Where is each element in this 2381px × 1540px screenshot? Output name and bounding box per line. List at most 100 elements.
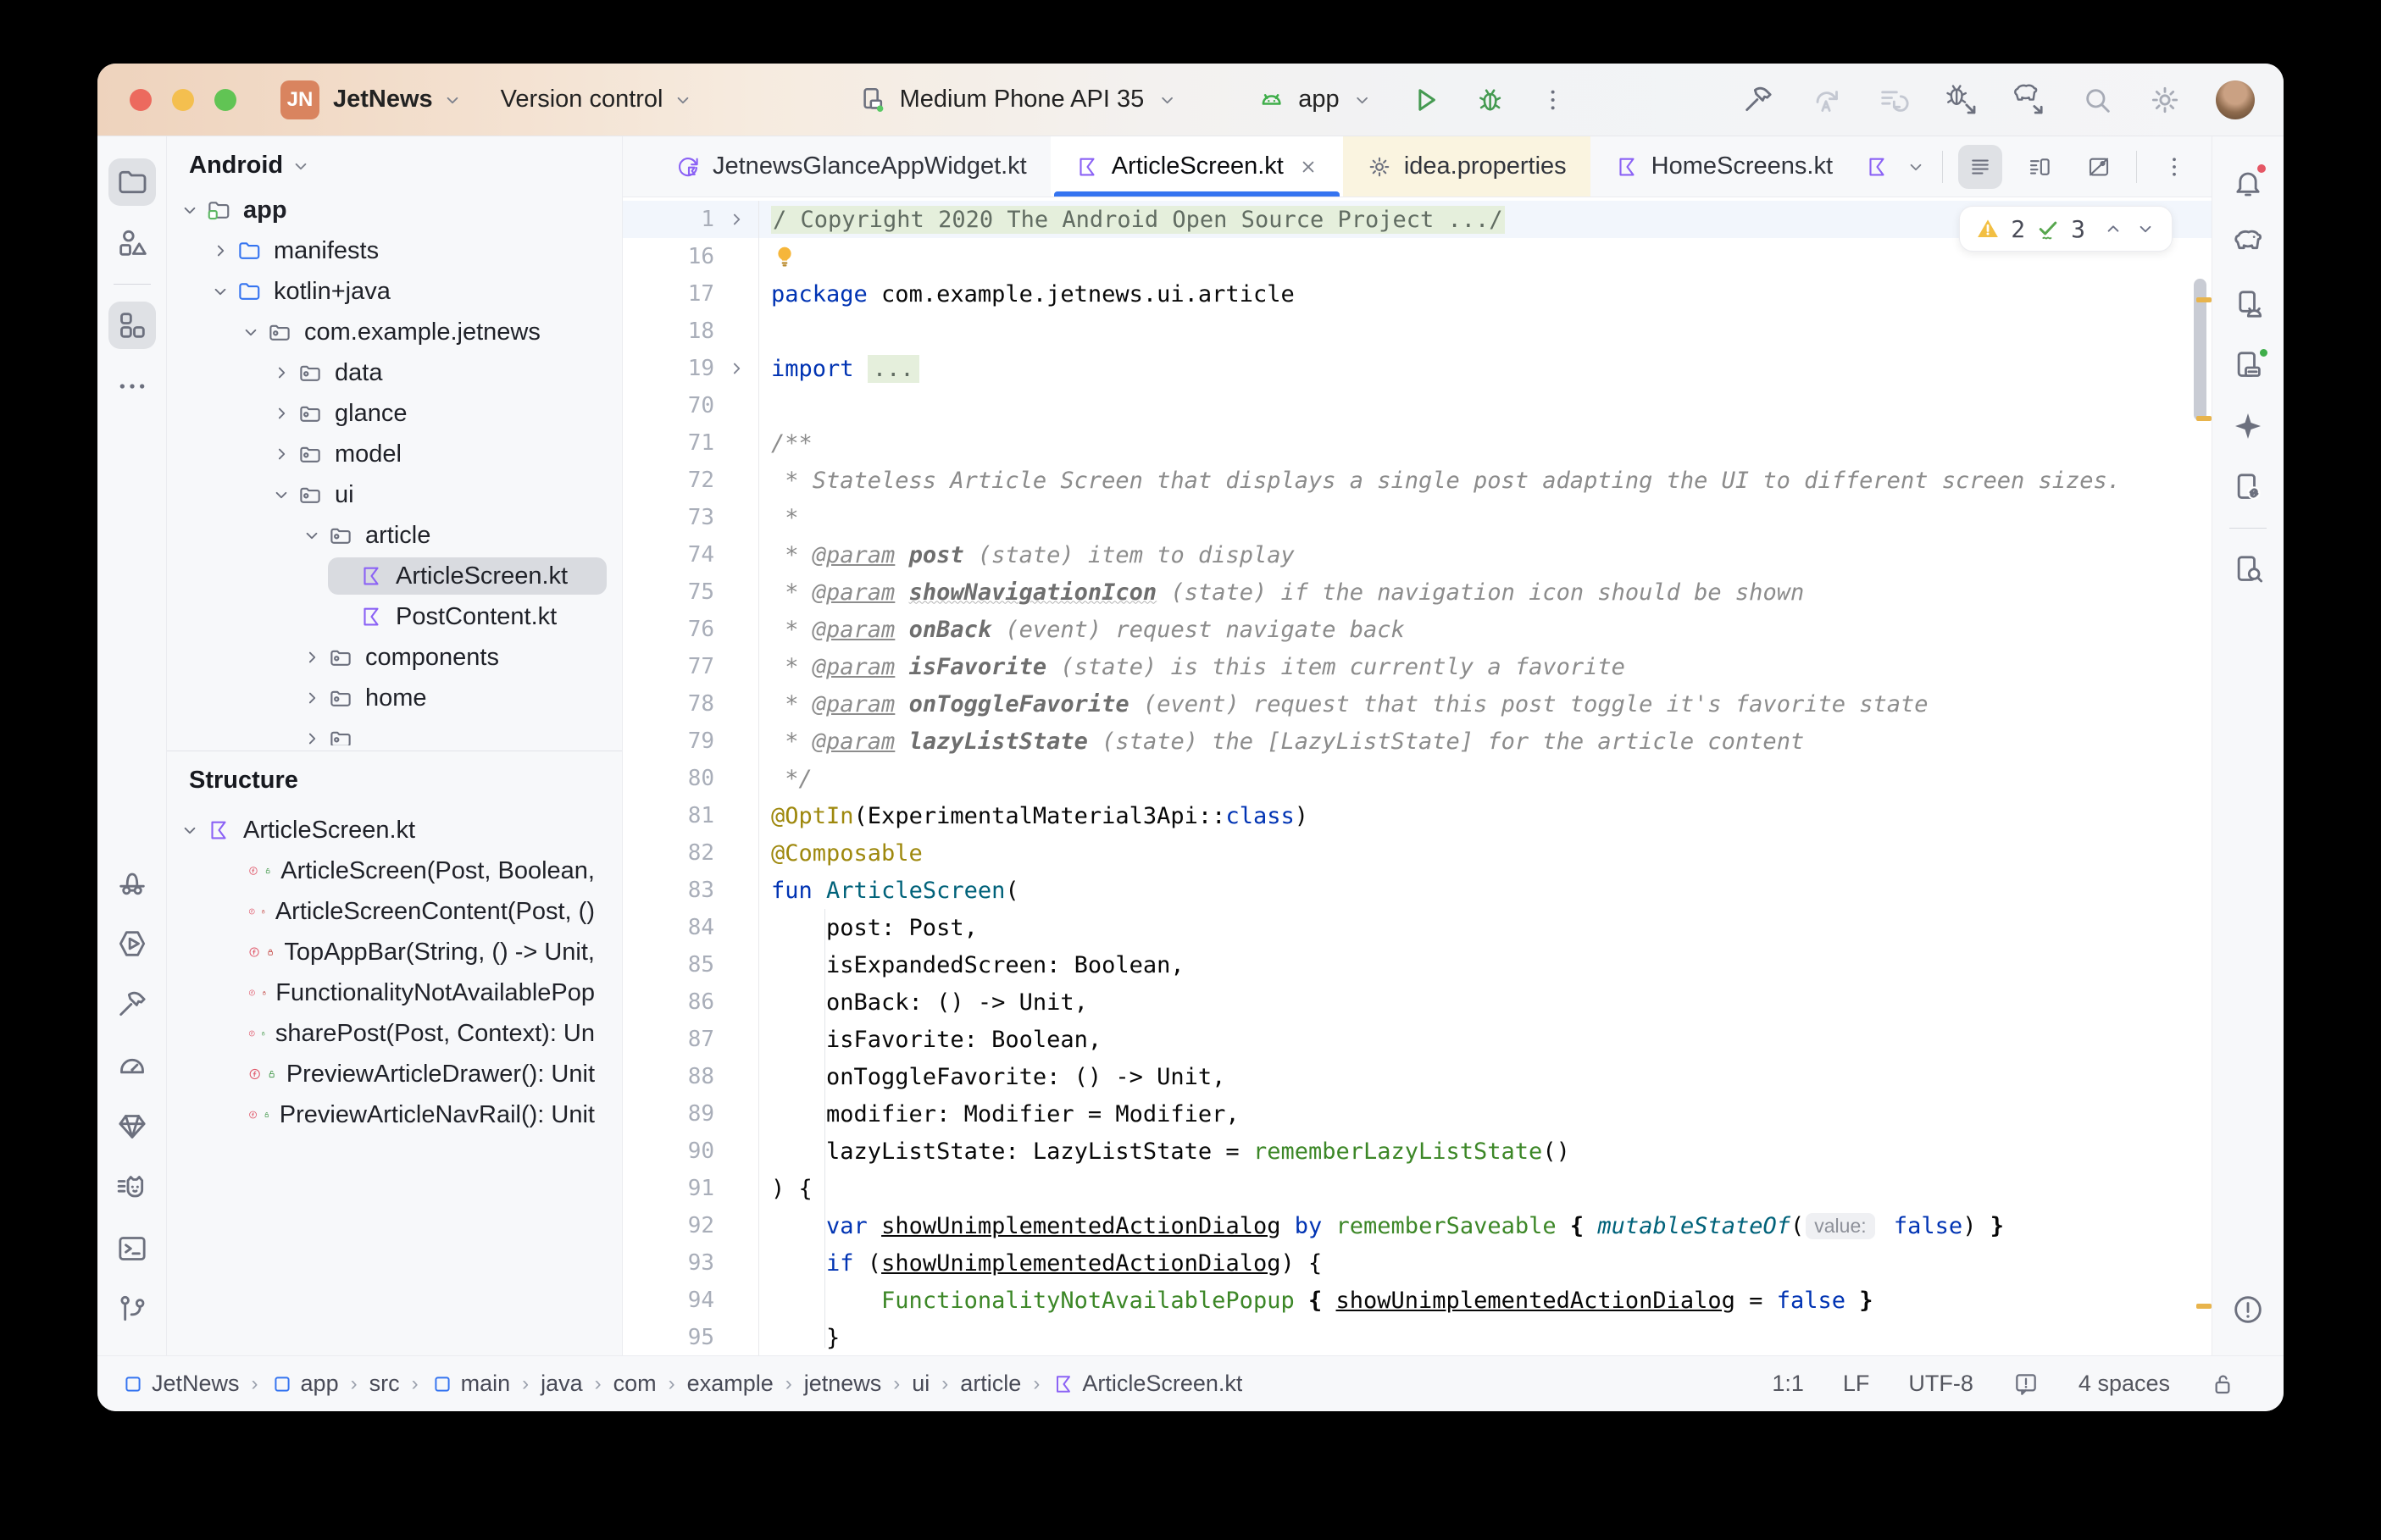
fold-region-icon[interactable] [725,208,747,230]
tab-JetnewsGlanceAppWidget.kt[interactable]: JetnewsGlanceAppWidget.kt [652,136,1051,197]
preview-button[interactable] [2077,145,2121,189]
tree-item-data[interactable]: data [167,352,622,393]
caret-position[interactable]: 1:1 [1772,1371,1804,1397]
tab-options-button[interactable] [2152,145,2196,189]
code-line-85[interactable]: 85 isExpandedScreen: Boolean, [623,946,2212,983]
code-editor[interactable]: 1/ Copyright 2020 The Android Open Sourc… [623,197,2212,1355]
hidden-tabs-chevron-icon[interactable] [1905,156,1927,178]
search-everywhere-icon[interactable] [2080,83,2114,117]
tool-button-hammer[interactable] [108,981,156,1028]
expand-chevron-icon[interactable] [301,524,323,546]
tool-button-runhex[interactable] [108,920,156,967]
breadcrumb-src[interactable]: src [369,1371,400,1397]
breadcrumb-main[interactable]: main [430,1371,511,1397]
code-line-89[interactable]: 89 modifier: Modifier = Modifier, [623,1095,2212,1133]
tree-item-glance[interactable]: glance [167,393,622,434]
device-selector[interactable]: Medium Phone API 35 [857,85,1179,115]
code-line-80[interactable]: 80 */ [623,760,2212,797]
gradle-sync-icon[interactable] [2012,83,2046,117]
tool-button-logcat[interactable] [108,1164,156,1211]
collapse-chevron-icon[interactable] [301,646,323,668]
collapse-chevron-icon[interactable] [270,402,292,424]
structure-item-ArticleScreen(Post, Boolean,[interactable]: ArticleScreen(Post, Boolean, [167,850,622,891]
debug-button[interactable] [1475,85,1506,115]
tree-item-home[interactable]: home [167,678,622,718]
tool-button-resources[interactable] [108,219,156,267]
code-line-79[interactable]: 79 * @param lazyListState (state) the [L… [623,723,2212,760]
tree-item-clipped[interactable] [167,718,622,745]
minimize-window-button[interactable] [172,89,194,111]
tool-button-projectfolder[interactable] [108,158,156,206]
breadcrumb-ui[interactable]: ui [912,1371,930,1397]
settings-gear-icon[interactable] [2148,83,2182,117]
code-line-84[interactable]: 84 post: Post, [623,909,2212,946]
tree-item-PostContent.kt[interactable]: PostContent.kt [167,596,622,637]
code-line-82[interactable]: 82@Composable [623,834,2212,872]
structure-item-sharePost(Post, Context): Un[interactable]: sharePost(Post, Context): Un [167,1013,622,1054]
tool-button-structurepane[interactable] [108,302,156,349]
tool-button-problems[interactable] [2224,1286,2272,1333]
attach-debugger-icon[interactable] [1945,83,1979,117]
tool-button-elephant[interactable] [2224,219,2272,267]
tool-button-inspectgem[interactable] [108,1103,156,1150]
code-line-78[interactable]: 78 * @param onToggleFavorite (event) req… [623,685,2212,723]
prev-problem-chevron-icon[interactable] [2102,218,2124,240]
code-line-77[interactable]: 77 * @param isFavorite (state) is this i… [623,648,2212,685]
editor-view-mode-button[interactable] [1958,145,2002,189]
code-line-75[interactable]: 75 * @param showNavigationIcon (state) i… [623,573,2212,611]
structure-item-ArticleScreenContent(Post, ()[interactable]: ArticleScreenContent(Post, () [167,891,622,932]
tree-item-article[interactable]: article [167,515,622,556]
expand-chevron-icon[interactable] [209,280,231,302]
structure-item-PreviewArticleNavRail(): Unit[interactable]: PreviewArticleNavRail(): Unit [167,1094,622,1135]
sync-list-icon[interactable] [1877,83,1911,117]
structure-item-PreviewArticleDrawer(): Unit[interactable]: PreviewArticleDrawer(): Unit [167,1054,622,1094]
code-line-95[interactable]: 95 } [623,1319,2212,1355]
code-line-18[interactable]: 18 [623,313,2212,350]
code-line-88[interactable]: 88 onToggleFavorite: () -> Unit, [623,1058,2212,1095]
more-actions-kebab-icon[interactable] [1540,86,1567,114]
code-line-94[interactable]: 94 FunctionalityNotAvailablePopup { show… [623,1282,2212,1319]
breadcrumb-article[interactable]: article [960,1371,1021,1397]
breadcrumb-com[interactable]: com [613,1371,657,1397]
code-line-71[interactable]: 71/** [623,424,2212,462]
split-view-button[interactable] [2017,145,2062,189]
tool-button-bell[interactable] [2224,158,2272,206]
expand-chevron-icon[interactable] [179,819,201,841]
expand-chevron-icon[interactable] [240,321,262,343]
code-line-19[interactable]: 19import ... [623,350,2212,387]
code-line-91[interactable]: 91) { [623,1170,2212,1207]
tool-button-phonegreen[interactable] [2224,341,2272,389]
tree-item-ui[interactable]: ui [167,474,622,515]
code-line-92[interactable]: 92 var showUnimplementedActionDialog by … [623,1207,2212,1244]
warning-stripe-mark[interactable] [2196,416,2212,421]
breadcrumb-example[interactable]: example [687,1371,774,1397]
structure-root[interactable]: ArticleScreen.kt [167,810,622,850]
collapse-chevron-icon[interactable] [270,362,292,384]
breadcrumb-JetNews[interactable]: JetNews [121,1371,240,1397]
file-encoding[interactable]: UTF-8 [1908,1371,1973,1397]
next-problem-chevron-icon[interactable] [2134,218,2156,240]
user-avatar[interactable] [2216,80,2255,119]
code-line-72[interactable]: 72 * Stateless Article Screen that displ… [623,462,2212,499]
tool-button-profiler[interactable] [108,1042,156,1089]
tool-button-insights[interactable] [108,859,156,906]
code-line-74[interactable]: 74 * @param post (state) item to display [623,536,2212,573]
code-line-86[interactable]: 86 onBack: () -> Unit, [623,983,2212,1021]
tree-item-components[interactable]: components [167,637,622,678]
line-ending[interactable]: LF [1843,1371,1870,1397]
breadcrumb-app[interactable]: app [270,1371,339,1397]
build-hammer-icon[interactable] [1741,83,1775,117]
structure-item-FunctionalityNotAvailablePop[interactable]: FunctionalityNotAvailablePop [167,972,622,1013]
tree-item-com.example.jetnews[interactable]: com.example.jetnews [167,312,622,352]
run-button[interactable] [1411,85,1441,115]
code-line-76[interactable]: 76 * @param onBack (event) request navig… [623,611,2212,648]
tree-item-model[interactable]: model [167,434,622,474]
tree-item-kotlin+java[interactable]: kotlin+java [167,271,622,312]
warning-stripe-mark[interactable] [2196,1304,2212,1309]
code-line-17[interactable]: 17package com.example.jetnews.ui.article [623,275,2212,313]
tree-item-ArticleScreen.kt[interactable]: ArticleScreen.kt [167,556,622,596]
tool-button-phonesearch[interactable] [2224,546,2272,593]
code-line-81[interactable]: 81@OptIn(ExperimentalMaterial3Api::class… [623,797,2212,834]
code-line-83[interactable]: 83fun ArticleScreen( [623,872,2212,909]
breadcrumb-ArticleScreen.kt[interactable]: ArticleScreen.kt [1052,1371,1242,1397]
